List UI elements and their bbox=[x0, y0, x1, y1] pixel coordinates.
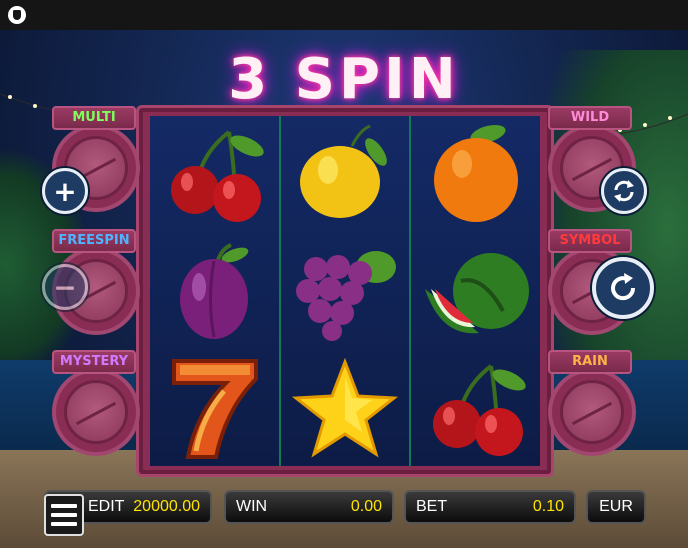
watermelon-icon bbox=[411, 233, 540, 350]
spin-button[interactable] bbox=[592, 257, 654, 319]
cherries-icon bbox=[411, 349, 540, 466]
credit-value: 20000.00 bbox=[133, 498, 200, 515]
grapes-icon bbox=[281, 233, 410, 350]
minus-icon: − bbox=[53, 270, 77, 304]
rain-label: RAIN bbox=[548, 350, 632, 374]
reel-3 bbox=[411, 116, 540, 466]
hamburger-icon-bar bbox=[51, 513, 77, 517]
lemon-icon bbox=[281, 116, 410, 233]
game-title: 3 SPIN bbox=[228, 47, 460, 112]
bet-value: 0.10 bbox=[532, 498, 564, 515]
star-icon bbox=[281, 349, 410, 466]
symbol-label: SYMBOL bbox=[548, 229, 632, 253]
rain-dial bbox=[548, 368, 636, 456]
orange-icon bbox=[411, 116, 540, 233]
plum-icon bbox=[150, 233, 279, 350]
shield-icon[interactable] bbox=[8, 6, 26, 24]
autoplay-button[interactable] bbox=[601, 168, 647, 214]
wild-label: WILD bbox=[548, 106, 632, 130]
hamburger-icon-bar bbox=[51, 504, 77, 508]
bottom-bar: EDIT 20000.00 WIN 0.00 BET 0.10 EUR bbox=[0, 490, 688, 530]
win-value: 0.00 bbox=[350, 498, 382, 515]
hamburger-icon-bar bbox=[51, 522, 77, 526]
menu-button[interactable] bbox=[44, 494, 84, 536]
increase-bet-button[interactable]: + bbox=[42, 168, 88, 214]
win-panel: WIN 0.00 bbox=[224, 490, 394, 524]
multi-label: MULTI bbox=[52, 106, 136, 130]
currency-label: EUR bbox=[599, 498, 633, 515]
top-bar bbox=[0, 0, 688, 30]
win-label: WIN bbox=[236, 498, 268, 515]
mystery-label: MYSTERY bbox=[52, 350, 136, 374]
currency-panel[interactable]: EUR bbox=[586, 490, 646, 524]
seven-icon bbox=[150, 349, 279, 466]
reel-2 bbox=[281, 116, 412, 466]
decrease-bet-button[interactable]: − bbox=[42, 264, 88, 310]
reels bbox=[150, 116, 540, 466]
cherries-icon bbox=[150, 116, 279, 233]
spin-icon bbox=[611, 273, 636, 301]
bet-panel[interactable]: BET 0.10 bbox=[404, 490, 576, 524]
autoplay-icon bbox=[614, 180, 634, 202]
mystery-dial bbox=[52, 368, 140, 456]
freespin-label: FREESPIN bbox=[52, 229, 136, 253]
reel-1 bbox=[150, 116, 281, 466]
plus-icon: + bbox=[53, 174, 77, 208]
bet-label: BET bbox=[416, 498, 448, 515]
